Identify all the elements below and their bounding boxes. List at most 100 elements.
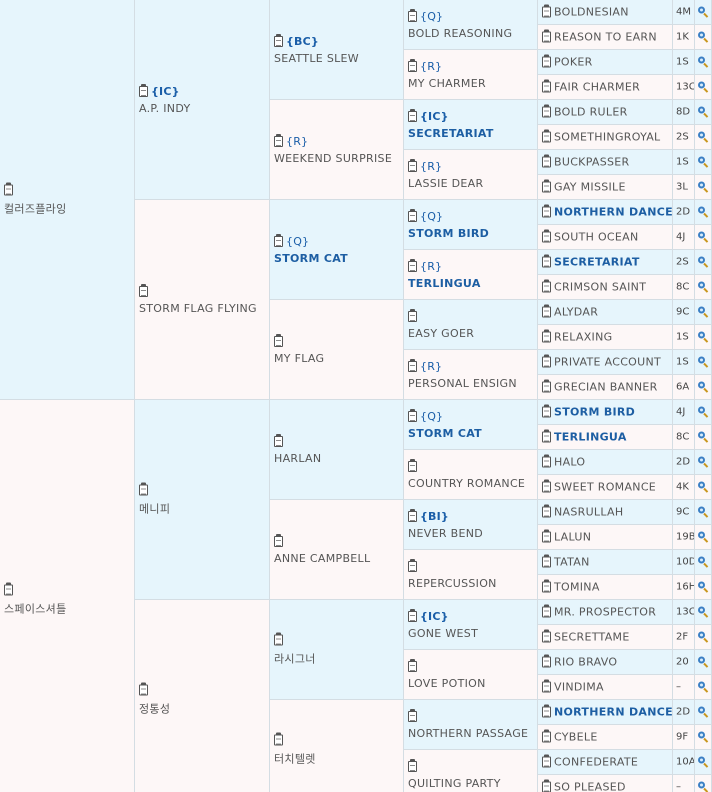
clipboard-icon[interactable] <box>408 209 417 222</box>
magnifier-icon[interactable] <box>698 506 709 518</box>
clipboard-icon[interactable] <box>139 84 148 97</box>
horse-name-link[interactable]: MR. PROSPECTOR <box>554 606 656 619</box>
clipboard-icon[interactable] <box>408 109 417 122</box>
horse-name-link[interactable]: CYBELE <box>554 731 598 744</box>
magnifier-icon[interactable] <box>698 481 709 493</box>
magnifier-icon[interactable] <box>698 281 709 293</box>
clipboard-icon[interactable] <box>542 679 551 693</box>
horse-name-link[interactable]: ALYDAR <box>554 306 598 319</box>
magnifier-icon[interactable] <box>698 606 709 618</box>
horse-name-link[interactable]: SECRETARIAT <box>554 256 640 269</box>
horse-name-link[interactable]: GONE WEST <box>408 627 535 640</box>
horse-name-link[interactable]: MY CHARMER <box>408 77 535 90</box>
horse-name-link[interactable]: LALUN <box>554 531 591 544</box>
horse-name-link[interactable]: WEEKEND SURPRISE <box>274 152 401 165</box>
clipboard-icon[interactable] <box>139 284 148 297</box>
magnifier-icon[interactable] <box>698 181 709 193</box>
horse-name-link[interactable]: 스페이스셔틀 <box>4 600 132 616</box>
horse-name-link[interactable]: 라시그너 <box>274 650 401 666</box>
horse-name-link[interactable]: STORM FLAG FLYING <box>139 302 267 315</box>
clipboard-icon[interactable] <box>542 179 551 193</box>
clipboard-icon[interactable] <box>542 479 551 493</box>
clipboard-icon[interactable] <box>542 729 551 743</box>
horse-name-link[interactable]: BOLD REASONING <box>408 27 535 40</box>
clipboard-icon[interactable] <box>408 59 417 72</box>
horse-name-link[interactable]: PERSONAL ENSIGN <box>408 377 535 390</box>
clipboard-icon[interactable] <box>542 604 551 618</box>
clipboard-icon[interactable] <box>139 482 148 496</box>
horse-name-link[interactable]: TERLINGUA <box>408 277 535 290</box>
clipboard-icon[interactable] <box>542 29 551 43</box>
clipboard-icon[interactable] <box>274 632 283 646</box>
magnifier-icon[interactable] <box>698 256 709 268</box>
horse-name-link[interactable]: RIO BRAVO <box>554 656 617 669</box>
horse-name-link[interactable]: REPERCUSSION <box>408 577 535 590</box>
horse-name-link[interactable]: CRIMSON SAINT <box>554 281 646 294</box>
clipboard-icon[interactable] <box>4 582 13 596</box>
horse-name-link[interactable]: SEATTLE SLEW <box>274 52 401 65</box>
clipboard-icon[interactable] <box>542 129 551 143</box>
horse-name-link[interactable]: 터치텔렛 <box>274 750 401 766</box>
magnifier-icon[interactable] <box>698 6 709 18</box>
clipboard-icon[interactable] <box>542 154 551 168</box>
horse-name-link[interactable]: TATAN <box>554 556 590 569</box>
horse-name-link[interactable]: BUCKPASSER <box>554 156 630 169</box>
horse-name-link[interactable]: COUNTRY ROMANCE <box>408 477 535 490</box>
magnifier-icon[interactable] <box>698 56 709 68</box>
horse-name-link[interactable]: MY FLAG <box>274 352 401 365</box>
magnifier-icon[interactable] <box>698 306 709 318</box>
clipboard-icon[interactable] <box>542 404 551 418</box>
horse-name-link[interactable]: GRECIAN BANNER <box>554 381 658 394</box>
clipboard-icon[interactable] <box>542 429 551 443</box>
horse-name-link[interactable]: NASRULLAH <box>554 506 623 519</box>
clipboard-icon[interactable] <box>408 459 417 472</box>
magnifier-icon[interactable] <box>698 656 709 668</box>
horse-name-link[interactable]: NEVER BEND <box>408 527 535 540</box>
horse-name-link[interactable]: HALO <box>554 456 585 469</box>
horse-name-link[interactable]: SOMETHINGROYAL <box>554 131 661 144</box>
horse-name-link[interactable]: PRIVATE ACCOUNT <box>554 356 661 369</box>
horse-name-link[interactable]: SWEET ROMANCE <box>554 481 656 494</box>
horse-name-link[interactable]: STORM BIRD <box>408 227 535 240</box>
magnifier-icon[interactable] <box>698 106 709 118</box>
magnifier-icon[interactable] <box>698 731 709 743</box>
horse-name-link[interactable]: NORTHERN PASSAGE <box>408 727 535 740</box>
clipboard-icon[interactable] <box>542 79 551 93</box>
horse-name-link[interactable]: HARLAN <box>274 452 401 465</box>
clipboard-icon[interactable] <box>542 304 551 318</box>
clipboard-icon[interactable] <box>542 779 551 792</box>
clipboard-icon[interactable] <box>408 359 417 372</box>
clipboard-icon[interactable] <box>542 554 551 568</box>
clipboard-icon[interactable] <box>542 579 551 593</box>
magnifier-icon[interactable] <box>698 631 709 643</box>
horse-name-link[interactable]: REASON TO EARN <box>554 31 657 44</box>
horse-name-link[interactable]: QUILTING PARTY <box>408 777 535 790</box>
horse-name-link[interactable]: STORM CAT <box>274 252 401 265</box>
clipboard-icon[interactable] <box>408 259 417 272</box>
clipboard-icon[interactable] <box>408 759 417 772</box>
clipboard-icon[interactable] <box>408 709 417 722</box>
magnifier-icon[interactable] <box>698 331 709 343</box>
clipboard-icon[interactable] <box>4 182 13 196</box>
clipboard-icon[interactable] <box>274 434 283 447</box>
horse-name-link[interactable]: BOLDNESIAN <box>554 6 629 19</box>
clipboard-icon[interactable] <box>542 54 551 68</box>
magnifier-icon[interactable] <box>698 756 709 768</box>
horse-name-link[interactable]: GAY MISSILE <box>554 181 626 194</box>
magnifier-icon[interactable] <box>698 406 709 418</box>
magnifier-icon[interactable] <box>698 131 709 143</box>
horse-name-link[interactable]: NORTHERN DANCER <box>554 206 672 219</box>
clipboard-icon[interactable] <box>139 682 148 696</box>
horse-name-link[interactable]: TOMINA <box>554 581 600 594</box>
magnifier-icon[interactable] <box>698 581 709 593</box>
magnifier-icon[interactable] <box>698 156 709 168</box>
clipboard-icon[interactable] <box>542 254 551 268</box>
clipboard-icon[interactable] <box>542 104 551 118</box>
magnifier-icon[interactable] <box>698 456 709 468</box>
clipboard-icon[interactable] <box>542 229 551 243</box>
horse-name-link[interactable]: EASY GOER <box>408 327 535 340</box>
horse-name-link[interactable]: NORTHERN DANCER <box>554 706 672 719</box>
magnifier-icon[interactable] <box>698 531 709 543</box>
clipboard-icon[interactable] <box>542 629 551 643</box>
magnifier-icon[interactable] <box>698 356 709 368</box>
